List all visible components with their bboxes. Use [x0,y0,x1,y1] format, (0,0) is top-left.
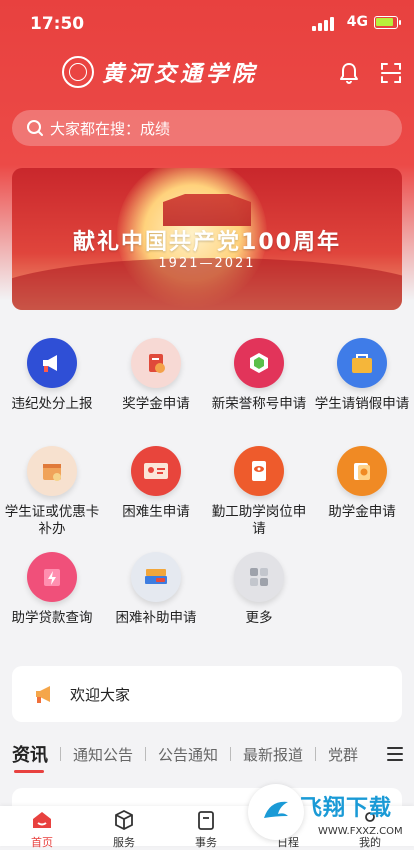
notice-text: 欢迎大家 [70,685,131,704]
watermark-logo [248,784,304,840]
watermark: 飞翔下载 WWW.FXXZ.COM [300,790,410,837]
service-hardship-subsidy[interactable]: 困难补助申请 [104,552,208,627]
medal-icon [234,338,284,388]
service-student-card[interactable]: 学生证或优惠卡补办 [0,446,104,538]
banner-years: 1921—2021 [158,256,256,271]
cube-icon [115,809,133,831]
service-label: 困难补助申请 [115,610,197,626]
banner-title: 献礼中国共产党100周年 [73,230,341,255]
tab-latest-reports[interactable]: 最新报道 [243,744,303,765]
service-grant[interactable]: 助学金申请 [310,446,414,521]
network-label: 4G [346,14,368,30]
search-bar[interactable]: 大家都在搜：成绩 [12,110,402,146]
school-logo: 黄河交通学院 [62,56,258,88]
service-more[interactable]: 更多 [207,552,311,627]
service-label: 学生证或优惠卡补办 [4,504,100,537]
service-honor-title[interactable]: 新荣誉称号申请 [207,338,311,413]
bell-icon[interactable] [336,60,362,86]
tab-divider [315,747,317,761]
lightning-card-icon [27,552,77,602]
service-leave-request[interactable]: 学生请销假申请 [310,338,414,413]
clipboard-icon [198,811,214,830]
document-eye-icon [234,446,284,496]
home-icon [33,812,51,828]
school-seal-icon [62,56,94,88]
service-scholarship[interactable]: 奖学金申请 [104,338,208,413]
service-label: 困难生申请 [122,504,190,520]
status-bar: 17:50 4G [0,0,414,50]
megaphone-icon [27,338,77,388]
signal-icon [312,17,334,31]
nav-label: 服务 [113,836,135,849]
service-label: 奖学金申请 [122,396,190,412]
scan-icon[interactable] [378,60,404,86]
tab-party[interactable]: 党群 [328,744,358,765]
watermark-url: WWW.FXXZ.COM [318,826,403,837]
nav-home[interactable]: 首页 [7,808,77,850]
nav-affairs[interactable]: 事务 [171,808,241,850]
watermark-text: 飞翔下载 [300,796,393,821]
grid-icon [234,552,284,602]
active-tab-indicator [14,770,44,773]
money-stack-icon [131,552,181,602]
service-label: 助学金申请 [328,504,396,520]
tab-announcements[interactable]: 公告通知 [158,744,218,765]
megaphone-icon [36,686,50,703]
tab-divider [230,747,232,761]
nav-label: 事务 [195,836,217,849]
bird-icon [264,801,288,818]
tab-divider [145,747,147,761]
certificate-icon [131,338,181,388]
battery-icon [374,16,401,29]
service-label: 更多 [245,610,273,626]
service-label: 学生请销假申请 [314,396,410,412]
menu-icon[interactable] [386,746,404,762]
tab-divider [60,747,61,761]
service-discipline-report[interactable]: 违纪处分上报 [0,338,104,413]
coin-cards-icon [337,446,387,496]
service-label: 助学贷款查询 [11,610,93,626]
nav-service[interactable]: 服务 [89,808,159,850]
news-tabs: 资讯 通知公告 公告通知 最新报道 党群 [0,736,414,772]
service-label: 违纪处分上报 [11,396,93,412]
service-label: 新荣誉称号申请 [211,396,307,412]
notice-bar[interactable]: 欢迎大家 [12,666,402,722]
service-label: 勤工助学岗位申请 [211,504,307,537]
status-time: 17:50 [30,14,85,34]
tab-news[interactable]: 资讯 [12,741,48,767]
search-icon [27,120,43,136]
id-card-icon [131,446,181,496]
search-placeholder: 大家都在搜：成绩 [50,119,171,138]
service-work-study[interactable]: 勤工助学岗位申请 [207,446,311,538]
tab-notices[interactable]: 通知公告 [73,744,133,765]
bag-icon [337,338,387,388]
card-calendar-icon [27,446,77,496]
school-name: 黄河交通学院 [102,61,259,87]
service-loan-query[interactable]: 助学贷款查询 [0,552,104,627]
banner[interactable]: 献礼中国共产党100周年 1921—2021 [12,168,402,310]
nav-label: 首页 [31,836,53,849]
service-hardship-student[interactable]: 困难生申请 [104,446,208,521]
